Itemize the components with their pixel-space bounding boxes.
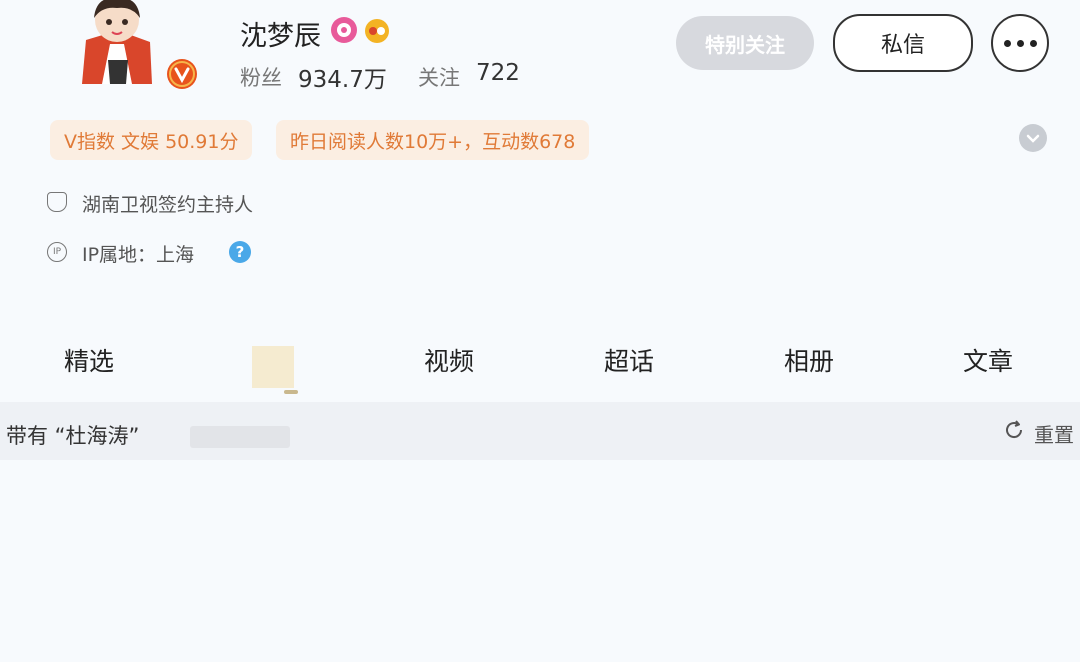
tab-albums[interactable]: 相册: [784, 342, 834, 378]
ip-location-icon: IP: [47, 242, 67, 262]
avatar[interactable]: [72, 0, 162, 84]
more-dot-icon: [1016, 39, 1024, 47]
redacted-tab[interactable]: [252, 346, 294, 388]
help-icon[interactable]: ?: [229, 241, 251, 263]
filter-bar: [0, 402, 1080, 460]
expand-chevron-icon[interactable]: [1019, 124, 1047, 152]
active-tab-indicator: [284, 390, 298, 394]
redacted-filter-text: [190, 426, 290, 448]
level-badge-icon: [330, 16, 358, 44]
filter-text: 带有 “杜海涛”: [6, 424, 140, 448]
tab-super-topic[interactable]: 超话: [604, 342, 654, 378]
refresh-icon[interactable]: [1002, 418, 1026, 442]
member-badge-icon: [364, 18, 390, 44]
tab-articles[interactable]: 文章: [963, 342, 1013, 378]
shield-icon: [47, 192, 67, 212]
more-options-button[interactable]: [991, 14, 1049, 72]
follow-label: 关注: [418, 66, 460, 90]
message-button[interactable]: 私信: [833, 14, 973, 72]
tab-videos[interactable]: 视频: [424, 342, 474, 378]
v-index-badge[interactable]: V指数 文娱 50.91分: [50, 120, 253, 160]
ip-location-text: IP属地：上海: [82, 244, 195, 266]
verified-badge-icon: [166, 58, 198, 90]
tab-featured[interactable]: 精选: [64, 342, 114, 378]
follow-count[interactable]: 722: [476, 60, 520, 86]
daily-stats-badge[interactable]: 昨日阅读人数10万+，互动数678: [276, 120, 590, 160]
more-dot-icon: [1003, 39, 1011, 47]
reset-button[interactable]: 重置: [1034, 419, 1074, 448]
fans-count[interactable]: 934.7万: [298, 60, 387, 94]
certification-text: 湖南卫视签约主持人: [82, 194, 254, 216]
more-dot-icon: [1029, 39, 1037, 47]
special-follow-button[interactable]: 特别关注: [676, 16, 814, 70]
fans-label: 粉丝: [240, 66, 282, 90]
profile-name: 沈梦辰: [240, 21, 321, 52]
